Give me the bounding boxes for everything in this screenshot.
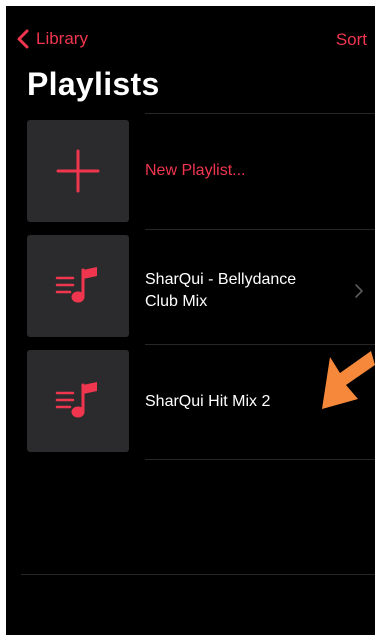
new-playlist-label: New Playlist...	[145, 162, 246, 179]
back-button[interactable]: Library	[14, 26, 88, 52]
music-app-screen: Library Sort Playlists New Playlist... S…	[6, 6, 375, 635]
playlist-label: SharQui Hit Mix 2	[145, 393, 271, 410]
plus-icon	[56, 149, 100, 193]
playlist-artwork	[27, 350, 129, 452]
bottom-divider	[21, 574, 375, 575]
playlist-row[interactable]: SharQui - Bellydance Club Mix	[6, 230, 375, 346]
divider	[145, 459, 375, 460]
playlist-artwork	[27, 235, 129, 337]
navigation-bar: Library Sort	[6, 6, 375, 66]
annotation-arrow-icon	[322, 351, 375, 409]
new-playlist-row[interactable]: New Playlist...	[6, 114, 375, 230]
music-list-icon	[55, 382, 97, 418]
music-list-icon	[55, 267, 97, 303]
back-label: Library	[36, 29, 88, 48]
playlist-label: SharQui - Bellydance Club Mix	[145, 271, 297, 310]
chevron-left-icon	[17, 29, 29, 49]
chevron-right-icon	[355, 284, 363, 298]
page-title: Playlists	[27, 66, 160, 102]
sort-button[interactable]: Sort	[336, 30, 367, 50]
new-playlist-artwork	[27, 120, 129, 222]
